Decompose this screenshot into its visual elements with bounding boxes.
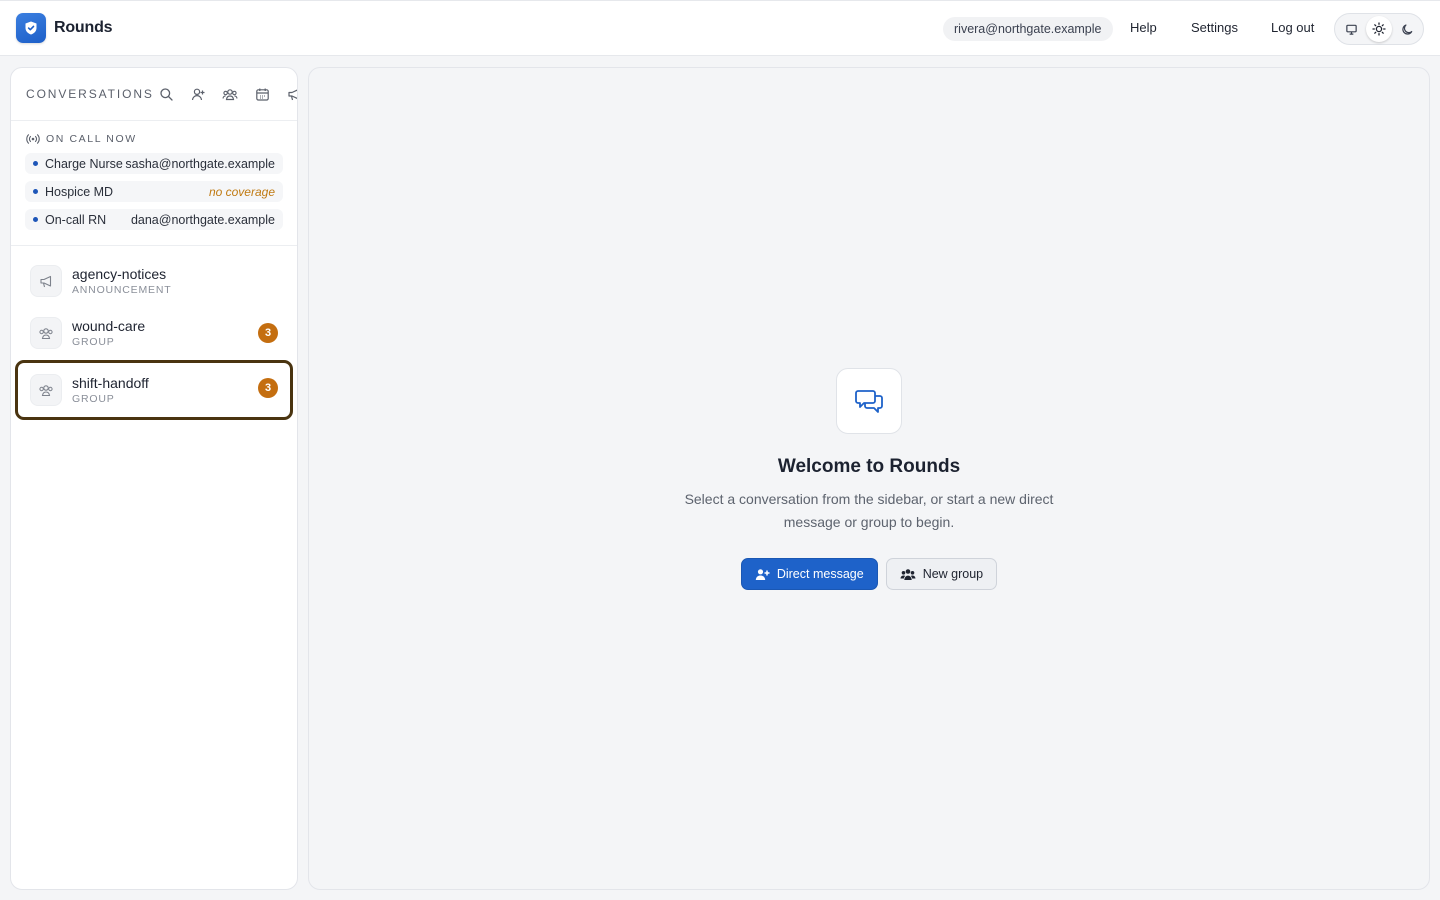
- conversation-list: agency-notices ANNOUNCEMENT wound-care G…: [11, 246, 297, 420]
- sidebar-header: CONVERSATIONS: [11, 68, 297, 121]
- unread-badge: 3: [258, 323, 278, 343]
- on-call-contact: sasha@northgate.example: [125, 156, 275, 171]
- conversations-sidebar: CONVERSATIONS ON CALL NOW Charge Nurse s…: [10, 67, 298, 890]
- on-call-role: Hospice MD: [45, 184, 114, 199]
- status-dot: [33, 189, 38, 194]
- conversation-type: GROUP: [72, 335, 115, 348]
- logout-link[interactable]: Log out: [1271, 20, 1314, 35]
- announcement-icon[interactable]: [285, 85, 297, 103]
- group-icon: [30, 374, 62, 406]
- calendar-icon[interactable]: [253, 85, 271, 103]
- help-link[interactable]: Help: [1130, 20, 1157, 35]
- on-call-no-coverage: no coverage: [208, 184, 275, 199]
- theme-switcher: [1334, 13, 1424, 45]
- new-group-label: New group: [922, 567, 984, 581]
- new-group-button[interactable]: New group: [885, 558, 998, 590]
- conversation-type: ANNOUNCEMENT: [72, 283, 172, 296]
- sun-icon: [1372, 22, 1386, 36]
- on-call-header: ON CALL NOW: [26, 132, 283, 146]
- main-panel: Welcome to Rounds Select a conversation …: [308, 67, 1430, 890]
- unread-badge: 3: [258, 378, 278, 398]
- current-user-email: rivera@northgate.example: [943, 17, 1113, 41]
- status-dot: [33, 161, 38, 166]
- welcome-actions: Direct message New group: [740, 558, 998, 590]
- conversation-name: shift-handoff: [72, 374, 149, 391]
- conversation-agency-notices[interactable]: agency-notices ANNOUNCEMENT: [15, 255, 293, 307]
- on-call-row: Charge Nurse sasha@northgate.example: [25, 153, 283, 174]
- conversation-shift-handoff[interactable]: shift-handoff GROUP 3: [15, 360, 293, 420]
- megaphone-icon: [30, 265, 62, 297]
- theme-light-button[interactable]: [1366, 16, 1392, 42]
- add-person-icon: [755, 568, 770, 580]
- conversation-type: GROUP: [72, 392, 115, 405]
- conversation-wound-care[interactable]: wound-care GROUP 3: [15, 307, 293, 359]
- theme-dark-button[interactable]: [1394, 16, 1420, 42]
- on-call-row: On-call RN dana@northgate.example: [25, 209, 283, 230]
- on-call-contact: dana@northgate.example: [130, 212, 275, 227]
- top-bar: Rounds rivera@northgate.example Help Set…: [0, 0, 1440, 56]
- on-call-role: Charge Nurse: [45, 156, 123, 171]
- shield-logo-icon: [16, 13, 46, 43]
- direct-message-button[interactable]: Direct message: [740, 558, 878, 590]
- welcome-title: Welcome to Rounds: [777, 456, 961, 477]
- app-name: Rounds: [54, 19, 113, 36]
- on-call-row: Hospice MD no coverage: [25, 181, 283, 202]
- search-icon[interactable]: [157, 85, 175, 103]
- on-call-title: ON CALL NOW: [46, 133, 137, 145]
- new-direct-message-icon[interactable]: [189, 85, 207, 103]
- theme-system-button[interactable]: [1338, 16, 1364, 42]
- status-dot: [33, 217, 38, 222]
- on-call-panel: ON CALL NOW Charge Nurse sasha@northgate…: [11, 121, 297, 246]
- conversation-name: agency-notices: [72, 265, 167, 282]
- welcome-description: Select a conversation from the sidebar, …: [684, 491, 1054, 530]
- group-icon: [900, 568, 916, 580]
- group-icon: [30, 317, 62, 349]
- on-call-role: On-call RN: [45, 212, 107, 227]
- chat-bubbles-icon: [836, 368, 902, 434]
- moon-icon: [1401, 23, 1412, 35]
- monitor-icon: [1345, 24, 1357, 35]
- welcome-empty-state: Welcome to Rounds Select a conversation …: [309, 368, 1429, 590]
- sidebar-title: CONVERSATIONS: [26, 87, 154, 101]
- broadcast-icon: [26, 134, 40, 144]
- new-group-icon[interactable]: [221, 85, 239, 103]
- settings-link[interactable]: Settings: [1191, 20, 1238, 35]
- brand[interactable]: Rounds: [16, 13, 113, 43]
- conversation-name: wound-care: [72, 317, 146, 334]
- direct-message-label: Direct message: [776, 567, 864, 581]
